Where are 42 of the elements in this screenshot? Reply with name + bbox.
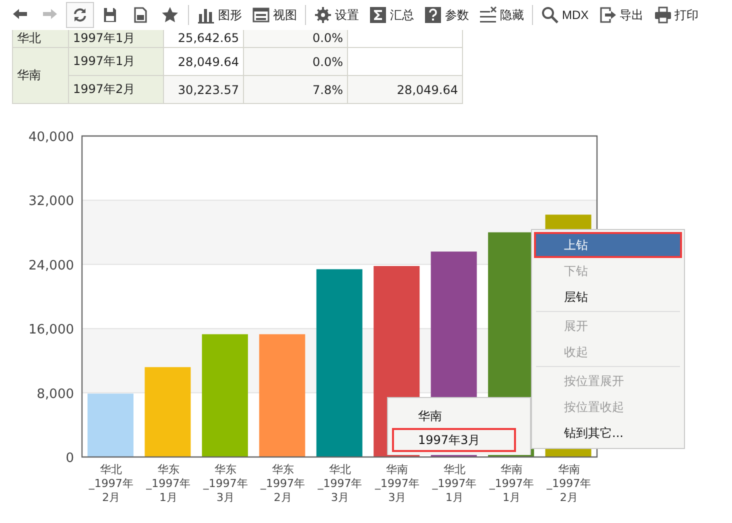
axis-label: 0 — [66, 451, 74, 466]
star-icon — [161, 6, 179, 24]
toolbar-button[interactable]: 导出 — [594, 2, 648, 28]
table-cell: 0.0% — [244, 48, 348, 76]
toolbar-button[interactable]: 隐藏 — [475, 2, 528, 28]
settings-icon — [314, 6, 332, 24]
axis-label: 8,000 — [36, 386, 74, 402]
axis-label: 24,000 — [28, 258, 74, 274]
table-cell: 25,642.65 — [164, 28, 244, 48]
save-as-icon — [131, 6, 149, 24]
search-icon — [541, 6, 559, 24]
toolbar-button[interactable]: 图形 — [193, 2, 246, 28]
row-header: 1997年1月 — [68, 48, 164, 76]
table-cell: 28,049.64 — [348, 76, 462, 104]
save-icon — [101, 6, 119, 24]
menu-item[interactable]: 华南 — [392, 404, 526, 428]
row-header: 华南 — [12, 48, 68, 104]
toolbar-button[interactable]: 参数 — [420, 2, 473, 28]
axis-label: 40,000 — [28, 130, 74, 145]
refresh-icon — [71, 6, 89, 24]
toolbar-button[interactable]: 打印 — [650, 2, 703, 28]
layout-icon — [252, 6, 270, 24]
toolbar-button[interactable] — [66, 2, 94, 28]
sigma-icon — [369, 6, 387, 24]
menu-item[interactable]: 层钻 — [534, 284, 682, 310]
toolbar-button[interactable]: 汇总 — [365, 2, 418, 28]
row-header: 1997年2月 — [68, 76, 164, 104]
print-icon — [654, 6, 672, 24]
table-cell: 30,223.57 — [164, 76, 244, 104]
axis-label: 32,000 — [28, 194, 74, 210]
toolbar-button[interactable]: 设置 — [310, 2, 363, 28]
hide-icon — [479, 6, 497, 24]
help-icon — [424, 6, 442, 24]
table-cell: 7.8% — [244, 76, 348, 104]
toolbar-button[interactable]: 视图 — [248, 2, 301, 28]
menu-item[interactable]: 上钻 — [534, 232, 682, 258]
menu-item[interactable]: 1997年3月 — [392, 428, 516, 452]
menu-item[interactable]: 钻到其它... — [534, 420, 682, 446]
export-icon — [598, 6, 617, 24]
toolbar-button[interactable]: MDX — [537, 2, 593, 28]
axis-label: 16,000 — [28, 322, 74, 338]
bar-chart-icon — [197, 6, 215, 24]
